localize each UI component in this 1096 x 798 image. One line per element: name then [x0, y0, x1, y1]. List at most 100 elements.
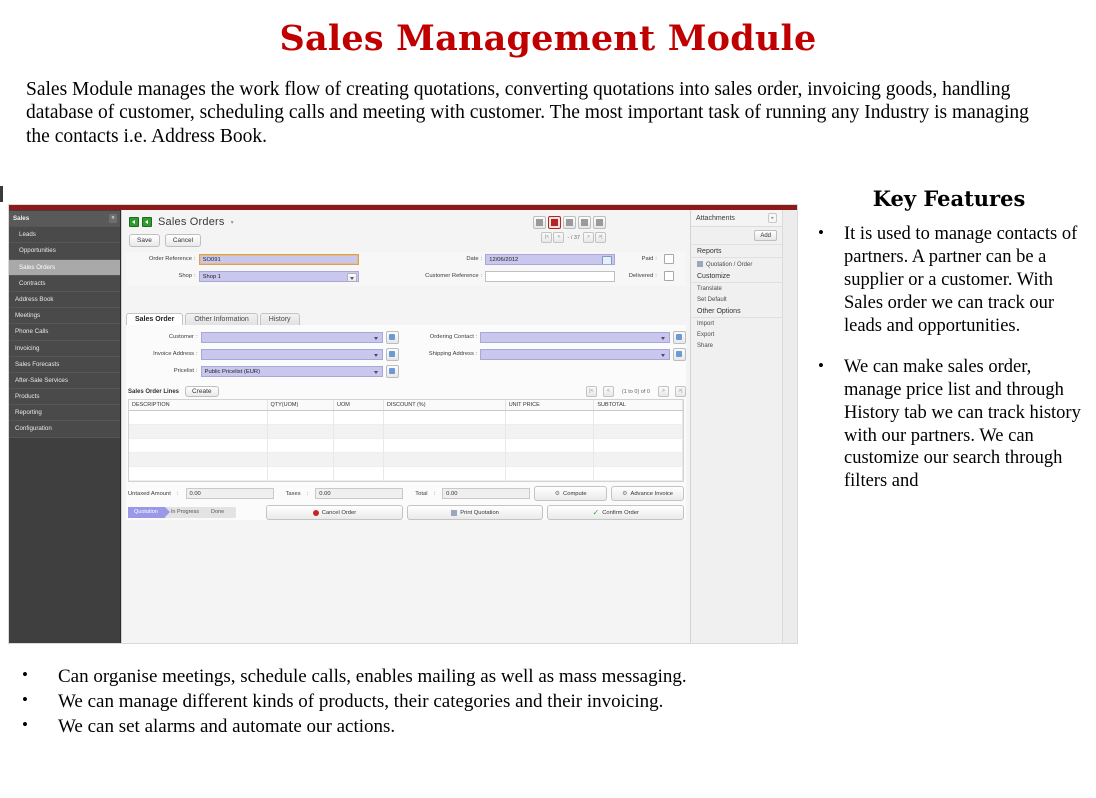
sidebar-item-configuration[interactable]: Configuration [9, 421, 120, 438]
sidebar-item-products[interactable]: Products [9, 389, 120, 406]
chevron-down-icon[interactable] [373, 353, 378, 357]
sidebar-item-sales[interactable]: Sales « [9, 211, 120, 228]
cancel-button[interactable]: Cancel [164, 234, 202, 247]
sidebar-item-phone-calls[interactable]: Phone Calls [9, 324, 120, 341]
customer-reference-input[interactable] [485, 270, 616, 282]
table-row[interactable] [129, 425, 683, 439]
sidebar-item-sales-forecasts[interactable]: Sales Forecasts [9, 356, 120, 373]
sidebar-item-after-sale-services[interactable]: After-Sale Services [9, 372, 120, 390]
status-badge-quotation[interactable]: Quotation [128, 507, 170, 518]
sidebar-item-leads[interactable]: Leads [9, 227, 120, 244]
import-link[interactable]: Import [691, 318, 782, 329]
pricelist-lookup-icon[interactable] [385, 364, 399, 378]
customer-input[interactable] [200, 331, 383, 343]
form-view-icon[interactable] [548, 216, 561, 229]
sidebar-item-invoicing[interactable]: Invoicing [9, 340, 120, 357]
calendar-icon[interactable] [602, 256, 613, 264]
confirm-order-button[interactable]: ✓ Confirm Order [547, 505, 685, 520]
attachments-section[interactable]: Attachments ▸ [691, 210, 782, 227]
export-link[interactable]: Export [691, 329, 782, 340]
date-input[interactable]: 12/06/2012 [485, 253, 616, 265]
share-link[interactable]: Share [691, 340, 782, 351]
lines-pager-first-button[interactable]: |< [585, 386, 597, 397]
report-quotation-order-link[interactable]: Quotation / Order [691, 258, 782, 270]
table-row[interactable] [129, 411, 683, 425]
invoice-address-input[interactable] [200, 348, 383, 360]
order-lines-table: DESCRIPTION QTY(UOM) UOM DISCOUNT (%) UN… [128, 399, 684, 482]
translate-link[interactable]: Translate [691, 283, 782, 294]
colon: : [176, 490, 179, 497]
status-badge-in-progress[interactable]: In Progress [165, 507, 205, 518]
delivered-checkbox[interactable] [663, 271, 674, 281]
chevron-down-icon[interactable] [373, 370, 378, 374]
key-features-list: It is used to manage contacts of partner… [800, 222, 1092, 493]
graph-view-icon[interactable] [563, 216, 576, 229]
print-quotation-button[interactable]: Print Quotation [406, 505, 544, 520]
chevron-down-icon[interactable] [661, 336, 665, 340]
form-tabs: Sales Order Other Information History [126, 310, 686, 326]
chevron-right-icon[interactable]: ▸ [768, 213, 777, 223]
chevron-down-icon[interactable] [661, 353, 665, 357]
lines-pager-next-button[interactable]: > [658, 386, 669, 397]
invoice-address-lookup-icon[interactable] [385, 347, 399, 361]
calendar-view-icon[interactable] [578, 216, 591, 229]
sidebar-item-reporting[interactable]: Reporting [9, 405, 120, 422]
table-row[interactable] [129, 467, 683, 481]
status-and-actions-row: Quotation In Progress Done Cancel Order … [128, 505, 685, 520]
pricelist-input[interactable]: Public Pricelist (EUR) [200, 365, 383, 377]
tab-history[interactable]: History [259, 313, 300, 325]
pager-last-button[interactable]: >| [595, 232, 606, 243]
create-line-button[interactable]: Create [185, 386, 219, 397]
lines-pager-prev-button[interactable]: < [602, 386, 614, 397]
sidebar-item-label: Sales Forecasts [15, 360, 60, 368]
ordering-contact-lookup-icon[interactable] [673, 330, 686, 344]
add-attachment-button[interactable]: Add [754, 230, 777, 241]
chevron-left-icon[interactable]: « [109, 214, 117, 223]
customer-lookup-icon[interactable] [385, 330, 399, 344]
shipping-address-lookup-icon[interactable] [673, 347, 686, 361]
paid-checkbox[interactable] [663, 254, 674, 264]
pager-prev-button[interactable]: < [553, 232, 565, 243]
sidebar-item-label: Sales [13, 215, 30, 222]
pager-next-button[interactable]: > [583, 232, 594, 243]
sidebar-item-label: Contracts [19, 279, 46, 287]
status-badge-done[interactable]: Done [205, 507, 230, 518]
chevron-down-icon[interactable] [346, 272, 357, 281]
home-arrow-icon[interactable] [142, 217, 152, 227]
compute-button[interactable]: ⚙ Compute [534, 486, 608, 501]
list-view-icon[interactable] [533, 216, 546, 229]
sidebar-item-contracts[interactable]: Contracts [9, 275, 120, 292]
form-action-buttons: Save Cancel [129, 234, 202, 247]
sidebar-item-label: Opportunities [19, 247, 56, 255]
sidebar-item-opportunities[interactable]: Opportunities [9, 243, 120, 260]
cancel-order-button[interactable]: Cancel Order [266, 505, 403, 520]
colon: : [655, 273, 657, 279]
advance-invoice-button[interactable]: ⚙ Advance Invoice [611, 486, 684, 501]
sidebar-item-meetings[interactable]: Meetings [9, 308, 120, 325]
shipping-address-input[interactable] [480, 348, 670, 360]
sidebar-item-address-book[interactable]: Address Book [9, 291, 120, 309]
order-reference-label: Order Reference [148, 256, 192, 262]
save-button[interactable]: Save [129, 234, 160, 247]
taxes-label: Taxes [285, 490, 301, 497]
sidebar-item-sales-orders[interactable]: Sales Orders [9, 259, 120, 276]
table-row[interactable] [129, 439, 683, 453]
list-item: We can manage different kinds of product… [22, 689, 1000, 715]
cancel-order-label: Cancel Order [321, 509, 357, 516]
ordering-contact-input[interactable] [480, 331, 670, 343]
chevron-down-icon[interactable] [373, 336, 378, 340]
total-value: 0.00 [442, 488, 531, 499]
chevron-down-icon[interactable]: ▾ [231, 219, 234, 226]
sidebar-item-label: Reporting [15, 409, 42, 417]
gantt-view-icon[interactable] [593, 216, 606, 229]
pager-first-button[interactable]: |< [541, 232, 553, 243]
taxes-value: 0.00 [315, 488, 404, 499]
page-title: Sales Management Module [279, 18, 817, 59]
back-arrow-icon[interactable] [129, 217, 139, 227]
shop-select[interactable]: Shop 1 [198, 270, 359, 282]
lines-pager-last-button[interactable]: >| [675, 386, 686, 397]
tab-other-information[interactable]: Other Information [185, 313, 258, 325]
set-default-link[interactable]: Set Default [691, 294, 782, 305]
table-row[interactable] [129, 453, 683, 467]
order-reference-input[interactable]: SO091 [198, 253, 359, 265]
